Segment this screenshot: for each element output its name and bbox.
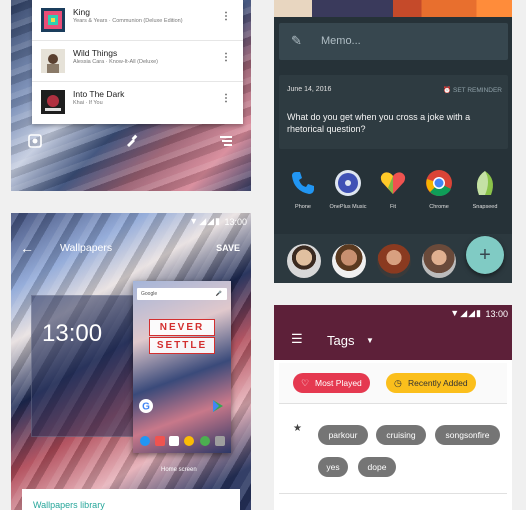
album-art-into-the-dark xyxy=(41,90,65,114)
sort-chips: ♡ Most Played ◷ Recently Added xyxy=(279,363,507,404)
signal-icons: ▼◢◢▮ xyxy=(189,216,221,226)
set-reminder-button[interactable]: ⏰ SET REMINDER xyxy=(443,86,502,94)
dock-icons xyxy=(140,436,225,446)
signal-icons: ▼◢◢▮ xyxy=(450,308,482,318)
wallpapers-panel: ▼◢◢▮ 13:00 ← Wallpapers SAVE 13:00 Googl… xyxy=(11,213,251,510)
memo-card[interactable]: June 14, 2016 ⏰ SET REMINDER What do you… xyxy=(279,75,508,149)
settle-text: SETTLE xyxy=(149,337,215,354)
menu-icon[interactable]: ☰ xyxy=(291,332,303,345)
app-label: Phone xyxy=(295,204,311,210)
app-label: Fit xyxy=(389,204,397,210)
google-label: Google xyxy=(141,291,158,297)
mic-icon: 🎤 xyxy=(215,291,222,297)
search-bar: Google 🎤 xyxy=(137,288,227,300)
page-title: Wallpapers xyxy=(60,242,113,254)
tag-chip[interactable]: yes xyxy=(318,457,348,477)
contact-avatar[interactable] xyxy=(332,244,366,278)
app-bar: ▼◢◢▮ 13:00 ☰ Tags ▼ xyxy=(274,305,512,360)
status-bar: ▼◢◢▮ 13:00 xyxy=(274,305,512,323)
music-panel: King Years & Years · Communion (Deluxe E… xyxy=(11,0,251,191)
contact-avatar[interactable] xyxy=(377,244,411,278)
brush-icon[interactable] xyxy=(124,134,138,148)
heart-icon: ♡ xyxy=(301,378,310,388)
song-row[interactable]: Wild Things Alessia Cara · Know-It-All (… xyxy=(32,41,243,82)
clock-icon: ◷ xyxy=(394,378,402,388)
lock-clock: 13:00 xyxy=(42,320,103,347)
app-label: Chrome xyxy=(429,204,449,210)
memo-date: June 14, 2016 xyxy=(287,86,332,93)
wallpapers-library-card[interactable]: Wallpapers library xyxy=(22,489,240,510)
tags-list: ★ parkour cruising songsonfire yes dope xyxy=(279,409,507,494)
album-art-wild-things xyxy=(41,49,65,73)
status-clock: 13:00 xyxy=(224,217,247,227)
tag-chip[interactable]: songsonfire xyxy=(435,425,500,445)
set-reminder-label: SET REMINDER xyxy=(453,87,502,94)
tag-chip[interactable]: parkour xyxy=(318,425,368,445)
tag-chip[interactable]: cruising xyxy=(376,425,426,445)
app-phone[interactable]: Phone xyxy=(280,160,326,210)
chip-label: Recently Added xyxy=(408,378,468,388)
chip-label: Most Played xyxy=(315,378,362,388)
home-wallpaper xyxy=(133,281,231,453)
song-title: Into The Dark xyxy=(73,89,125,99)
wallpaper-strip xyxy=(274,0,512,17)
song-row[interactable]: King Years & Years · Communion (Deluxe E… xyxy=(32,0,243,41)
fit-icon xyxy=(378,168,408,198)
wallpapers-library-label: Wallpapers library xyxy=(33,500,105,510)
app-label: Snapseed xyxy=(472,204,498,210)
home-screen-preview[interactable]: Google 🎤 NEVER SETTLE G xyxy=(133,281,231,453)
snapseed-icon xyxy=(470,168,500,198)
app-shortcuts: Phone OnePlus Music Fit Chrome Snapseed xyxy=(274,160,512,224)
dropdown-caret-icon[interactable]: ▼ xyxy=(366,336,374,345)
sort-icon[interactable] xyxy=(219,134,233,148)
shelf-panel: ✎ Memo... June 14, 2016 ⏰ SET REMINDER W… xyxy=(274,0,512,283)
status-clock: 13:00 xyxy=(485,309,508,319)
song-row[interactable]: Into The Dark Khai · If You ⋮ xyxy=(32,82,243,123)
most-played-chip[interactable]: ♡ Most Played xyxy=(293,373,370,393)
chrome-icon xyxy=(424,168,454,198)
never-text: NEVER xyxy=(149,319,215,336)
tags-panel: ▼◢◢▮ 13:00 ☰ Tags ▼ ♡ Most Played ◷ Rece… xyxy=(274,305,512,510)
app-chrome[interactable]: Chrome xyxy=(416,160,462,210)
page-title: Tags xyxy=(327,333,355,348)
status-bar: ▼◢◢▮ 13:00 xyxy=(11,213,251,231)
contact-avatar[interactable] xyxy=(422,244,456,278)
song-subtitle: Khai · If You xyxy=(73,100,103,106)
phone-icon xyxy=(288,168,318,198)
memo-input[interactable]: ✎ Memo... xyxy=(279,23,508,60)
app-fit[interactable]: Fit xyxy=(370,160,416,210)
song-list-card: King Years & Years · Communion (Deluxe E… xyxy=(32,0,243,124)
alarm-icon: ⏰ xyxy=(443,87,453,94)
more-options-icon[interactable]: ⋮ xyxy=(221,53,231,63)
app-label: OnePlus Music xyxy=(329,204,367,210)
google-icon: G xyxy=(139,399,153,413)
memo-text: What do you get when you cross a joke wi… xyxy=(287,112,471,134)
svg-text:G: G xyxy=(142,402,150,413)
pencil-icon: ✎ xyxy=(291,33,302,48)
app-snapseed[interactable]: Snapseed xyxy=(462,160,508,210)
save-button[interactable]: SAVE xyxy=(216,243,240,253)
screenshot-collage: King Years & Years · Communion (Deluxe E… xyxy=(0,0,526,510)
album-art-king xyxy=(41,8,65,32)
song-subtitle: Alessia Cara · Know-It-All (Deluxe) xyxy=(73,59,158,65)
home-screen-label: Home screen xyxy=(161,467,197,473)
settings-icon[interactable] xyxy=(28,134,42,148)
tag-chip[interactable]: dope xyxy=(358,457,396,477)
recently-added-chip[interactable]: ◷ Recently Added xyxy=(386,373,476,393)
play-store-icon xyxy=(213,400,223,412)
star-icon: ★ xyxy=(293,423,302,434)
back-arrow-icon[interactable]: ← xyxy=(20,240,34,256)
more-options-icon[interactable]: ⋮ xyxy=(221,94,231,104)
lock-screen-preview[interactable]: 13:00 xyxy=(31,295,141,437)
contact-avatar[interactable] xyxy=(287,244,321,278)
more-options-icon[interactable]: ⋮ xyxy=(221,12,231,22)
memo-placeholder: Memo... xyxy=(321,35,361,47)
song-subtitle: Years & Years · Communion (Deluxe Editio… xyxy=(73,18,183,24)
app-oneplus-music[interactable]: OnePlus Music xyxy=(325,160,371,210)
song-title: King xyxy=(73,7,91,17)
song-title: Wild Things xyxy=(73,48,118,58)
add-button[interactable]: + xyxy=(466,236,504,274)
oneplus-music-icon xyxy=(333,168,363,198)
